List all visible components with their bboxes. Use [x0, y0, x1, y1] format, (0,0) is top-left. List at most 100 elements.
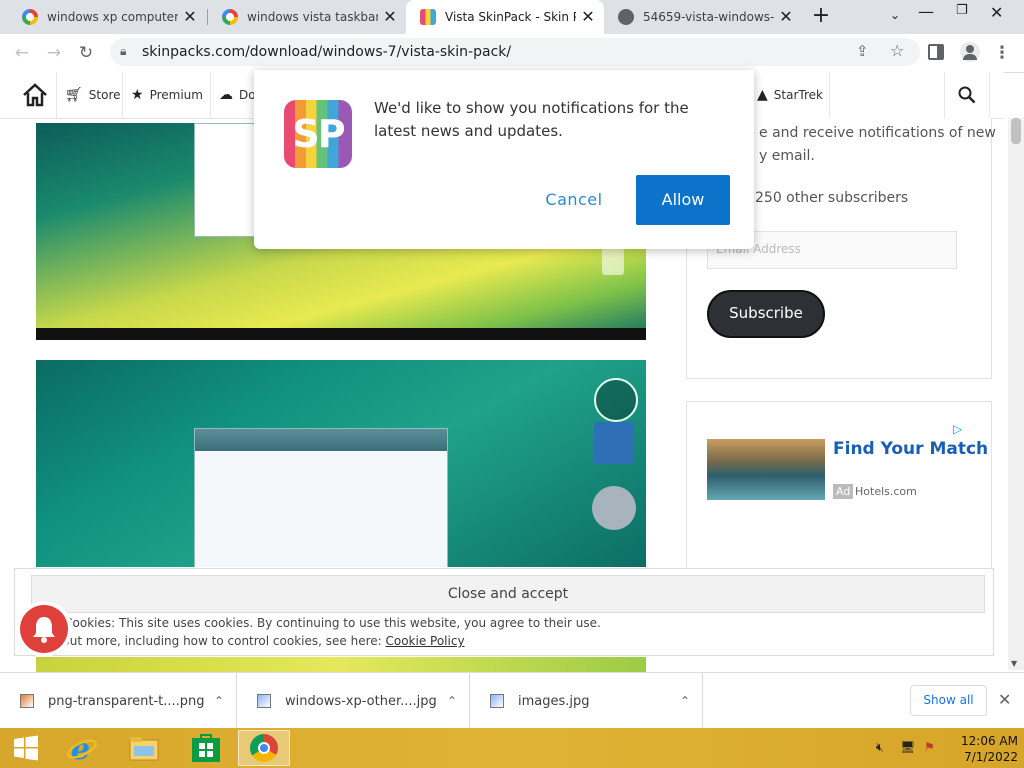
ad-image[interactable]	[707, 439, 825, 500]
volume-muted-icon[interactable]: 🔇︎	[876, 740, 884, 755]
nav-item-store[interactable]: 🛒︎ Store	[56, 72, 122, 118]
close-tab-icon[interactable]: ✕	[382, 9, 398, 25]
clock-gadget-image	[594, 378, 638, 422]
file-icon	[490, 694, 504, 708]
home-link[interactable]	[14, 72, 56, 118]
cloud-download-icon: ☁︎	[219, 87, 233, 103]
ad-choices-icon[interactable]: ▷	[953, 422, 962, 436]
nav-item-startrek[interactable]: ▲ StarTrek	[748, 72, 830, 118]
download-filename: images.jpg	[518, 693, 590, 709]
calendar-gadget-image	[594, 422, 634, 464]
cookie-notice-text-2: d out more, including how to control coo…	[51, 634, 465, 648]
google-icon	[22, 9, 38, 25]
ad-title[interactable]: Find Your Match	[833, 439, 988, 459]
tab-strip: windows xp computer ic ✕ windows vista t…	[0, 0, 1024, 34]
skinpack-icon	[420, 9, 436, 25]
startrek-icon: ▲	[757, 87, 768, 103]
nav-item-label: Premium	[149, 88, 203, 102]
home-icon	[23, 83, 47, 107]
star-icon: ★	[131, 87, 144, 103]
nav-item-premium[interactable]: ★ Premium	[122, 72, 210, 118]
chrome-taskbar-button[interactable]	[238, 730, 290, 766]
close-tab-icon[interactable]: ✕	[182, 9, 198, 25]
cancel-button[interactable]: Cancel	[526, 175, 622, 225]
cookie-banner: Close and accept & Cookies: This site us…	[14, 568, 994, 656]
chevron-up-icon[interactable]: ⌃	[680, 694, 690, 708]
tab-windows-vista-taskbar[interactable]: windows vista taskbar - G ✕	[208, 0, 406, 34]
minimize-window-button[interactable]: —	[918, 2, 934, 21]
close-window-button[interactable]: ✕	[990, 3, 1003, 22]
download-item[interactable]: png-transparent-t....png ⌃	[0, 673, 237, 729]
internet-explorer-icon: e	[67, 732, 97, 764]
store-icon	[192, 734, 220, 762]
clock-date: 7/1/2022	[964, 750, 1018, 764]
cookie-notice-prefix: d out more, including how to control coo…	[51, 634, 386, 648]
network-icon[interactable]: 🖥︎	[900, 740, 915, 754]
explorer-window-image	[194, 428, 448, 567]
start-button[interactable]	[0, 730, 52, 766]
store-button[interactable]	[180, 730, 232, 766]
tab-search-chevron-icon[interactable]: ⌄	[890, 8, 900, 22]
logo-text: SP	[292, 112, 345, 156]
ad-advertiser[interactable]: Hotels.com	[855, 485, 917, 498]
forward-icon[interactable]: →	[44, 43, 64, 63]
url-text[interactable]: skinpacks.com/download/windows-7/vista-s…	[142, 44, 511, 60]
close-download-bar-icon[interactable]: ✕	[998, 690, 1011, 709]
vista-skin-screenshot-2	[36, 360, 646, 567]
notification-bell-button[interactable]	[20, 605, 68, 653]
download-bar: png-transparent-t....png ⌃ windows-xp-ot…	[0, 672, 1024, 729]
google-icon	[222, 9, 238, 25]
nav-item-label: StarTrek	[773, 88, 823, 102]
share-icon[interactable]: ⇪	[856, 42, 869, 60]
close-tab-icon[interactable]: ✕	[778, 9, 794, 25]
restore-window-button[interactable]: ❐	[956, 3, 968, 18]
close-and-accept-button[interactable]: Close and accept	[31, 575, 985, 613]
search-icon	[958, 86, 976, 104]
action-center-flag-icon[interactable]: ⚑	[924, 740, 935, 754]
notification-permission-popup: SP We'd like to show you notifications f…	[254, 70, 754, 249]
chevron-up-icon[interactable]: ⌃	[214, 694, 224, 708]
side-panel-icon[interactable]	[928, 44, 944, 60]
page-scrollbar[interactable]	[1008, 118, 1024, 670]
cart-icon: 🛒︎	[65, 87, 83, 103]
tab-windows-xp-icons[interactable]: windows xp computer ic ✕	[8, 0, 206, 34]
cookie-policy-link[interactable]: Cookie Policy	[385, 634, 464, 648]
tab-vista-skinpack[interactable]: Vista SkinPack - Skin Pack ✕	[406, 0, 604, 34]
reload-icon[interactable]: ↻	[76, 43, 96, 63]
skinpack-logo: SP	[284, 100, 352, 168]
menu-kebab-icon[interactable]: ⋮	[992, 43, 1012, 63]
taskbar-image	[36, 328, 646, 340]
nav-item-downloads[interactable]: ☁︎ Do	[210, 72, 260, 118]
site-search-button[interactable]	[944, 72, 990, 118]
bell-icon	[33, 617, 55, 643]
file-icon	[257, 694, 271, 708]
file-explorer-button[interactable]	[118, 730, 170, 766]
windows-taskbar: e 🔇︎ 🖥︎ ⚑ 12:06 AM 7/1/2022	[0, 728, 1024, 768]
chevron-up-icon[interactable]: ⌃	[447, 694, 457, 708]
lock-icon[interactable]: 🔒︎	[120, 44, 126, 59]
scroll-down-arrow-icon[interactable]: ▼	[1011, 659, 1017, 668]
new-tab-button[interactable]: +	[810, 5, 832, 28]
profile-avatar[interactable]	[960, 42, 980, 62]
download-item[interactable]: images.jpg ⌃	[470, 673, 703, 729]
address-bar[interactable]: 🔒︎ skinpacks.com/download/windows-7/vist…	[110, 38, 920, 66]
system-clock[interactable]: 12:06 AM 7/1/2022	[948, 733, 1018, 765]
tab-vista-windows-transparent[interactable]: 54659-vista-windows-tra ✕	[604, 0, 802, 34]
scrollbar-thumb[interactable]	[1011, 118, 1021, 144]
internet-explorer-button[interactable]: e	[56, 730, 108, 766]
subscribe-button[interactable]: Subscribe	[707, 290, 825, 338]
subscribe-description: e and receive notifications of new	[759, 125, 996, 141]
bookmark-star-icon[interactable]: ☆	[890, 41, 904, 60]
ad-badge: Ad	[833, 484, 854, 499]
show-all-downloads-button[interactable]: Show all	[910, 685, 987, 716]
close-tab-icon[interactable]: ✕	[580, 9, 596, 25]
ad-widget: Find Your Match ▷ Ad Hotels.com	[686, 401, 992, 581]
globe-icon	[618, 9, 634, 25]
download-filename: png-transparent-t....png	[48, 693, 205, 709]
back-icon[interactable]: ←	[12, 43, 32, 63]
recycle-bin-image	[602, 245, 624, 275]
file-icon	[20, 694, 34, 708]
allow-button[interactable]: Allow	[636, 175, 730, 225]
download-item[interactable]: windows-xp-other....jpg ⌃	[237, 673, 470, 729]
tab-title: windows vista taskbar - G	[247, 10, 378, 24]
